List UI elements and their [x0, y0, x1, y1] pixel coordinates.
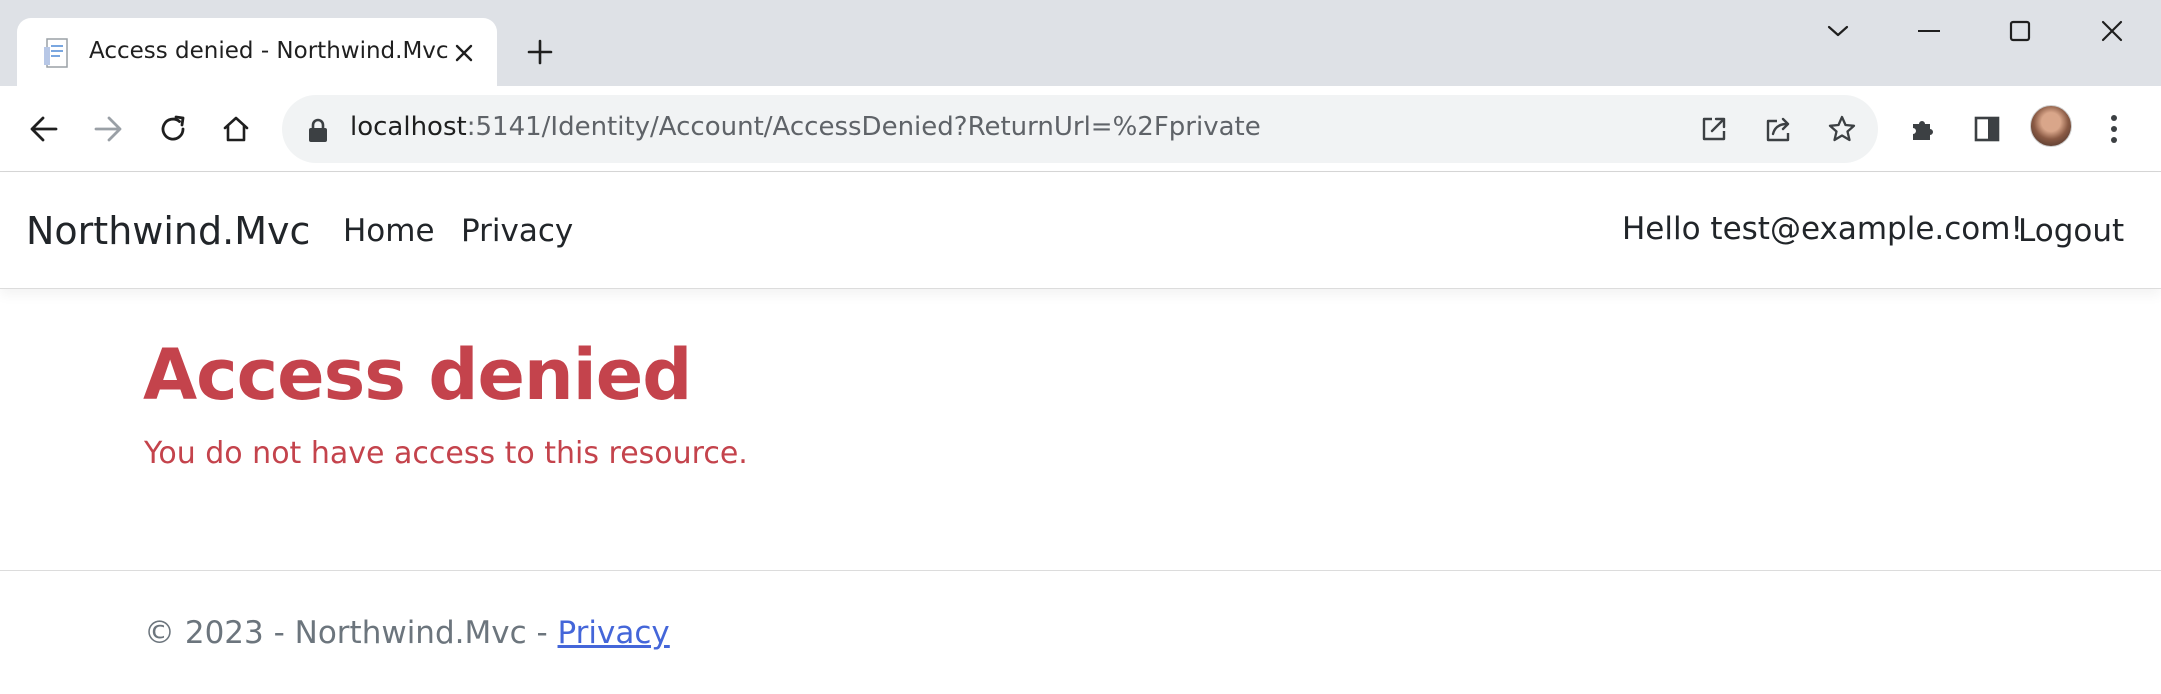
access-denied-message: You do not have access to this resource. — [144, 436, 748, 471]
profile-avatar[interactable] — [2030, 105, 2072, 147]
puzzle-icon[interactable] — [1900, 106, 1946, 152]
forward-arrow-icon[interactable] — [85, 106, 131, 152]
url-text[interactable]: localhost:5141/Identity/Account/AccessDe… — [350, 112, 1261, 142]
browser-tab[interactable]: Access denied - Northwind.Mvc — [17, 18, 497, 86]
address-bar[interactable]: localhost:5141/Identity/Account/AccessDe… — [282, 95, 1878, 163]
footer-text: © 2023 - Northwind.Mvc - Privacy — [144, 615, 670, 651]
nav-link-home[interactable]: Home — [343, 213, 435, 249]
browser-window: Access denied - Northwind.Mvc localhost:… — [0, 0, 2161, 694]
side-panel-icon[interactable] — [1964, 106, 2010, 152]
tab-search-chevron-icon[interactable] — [1808, 8, 1868, 54]
new-tab-plus-icon[interactable] — [520, 32, 560, 72]
footer-copyright: © 2023 - Northwind.Mvc - — [144, 615, 558, 651]
close-window-icon[interactable] — [2082, 8, 2142, 54]
star-icon[interactable] — [1820, 107, 1864, 151]
logout-button[interactable]: Logout — [2018, 213, 2124, 249]
url-host: localhost — [350, 112, 467, 142]
back-arrow-icon[interactable] — [21, 106, 67, 152]
lock-icon[interactable] — [306, 117, 330, 143]
minimize-icon[interactable] — [1899, 8, 1959, 54]
main-content: Access denied You do not have access to … — [0, 290, 2161, 570]
reload-icon[interactable] — [150, 106, 196, 152]
user-greeting-link[interactable]: Hello test@example.com! — [1622, 211, 2023, 247]
share-icon[interactable] — [1756, 107, 1800, 151]
tab-close-icon[interactable] — [449, 38, 479, 68]
maximize-icon[interactable] — [1990, 8, 2050, 54]
footer-privacy-link[interactable]: Privacy — [558, 615, 670, 651]
home-icon[interactable] — [213, 106, 259, 152]
page-favicon-icon — [43, 37, 73, 71]
navbar-brand[interactable]: Northwind.Mvc — [26, 209, 310, 253]
tab-strip: Access denied - Northwind.Mvc — [0, 0, 2161, 86]
url-path: :5141/Identity/Account/AccessDenied?Retu… — [466, 112, 1261, 142]
site-footer: © 2023 - Northwind.Mvc - Privacy — [0, 570, 2161, 694]
open-in-window-icon[interactable] — [1692, 107, 1736, 151]
nav-link-privacy[interactable]: Privacy — [461, 213, 573, 249]
page-title: Access denied — [143, 334, 692, 416]
site-navbar: Northwind.Mvc Home Privacy Hello test@ex… — [0, 173, 2161, 289]
tab-title: Access denied - Northwind.Mvc — [89, 38, 449, 64]
kebab-menu-icon[interactable] — [2091, 106, 2137, 152]
browser-toolbar: localhost:5141/Identity/Account/AccessDe… — [0, 86, 2161, 172]
